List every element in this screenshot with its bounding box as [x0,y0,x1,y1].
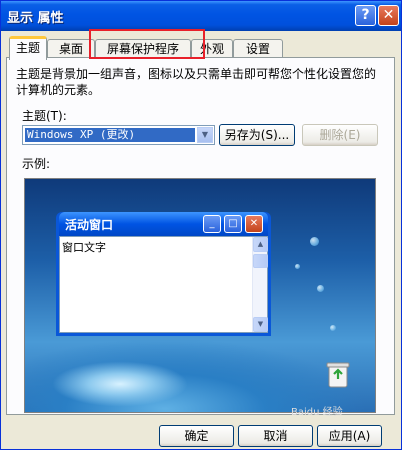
tab-theme[interactable]: 主题 [9,36,47,60]
screensaver-highlight-box [89,29,205,59]
tab-settings[interactable]: 设置 [233,39,283,59]
tab-label: 主题 [15,41,40,55]
recycle-bin-icon[interactable] [325,359,351,389]
theme-select[interactable]: Windows XP (更改) ▼ [22,125,215,145]
close-icon[interactable]: ✕ [378,5,399,26]
maximize-icon: □ [224,215,242,233]
display-properties-window: 显示 属性 ? ✕ 主题 桌面 屏幕保护程序 外观 设置 主题是背景加一组声音，… [0,0,402,450]
preview-client-area: 窗口文字 ▲ ▼ [59,236,268,333]
preview-window-title: 活动窗口 [65,218,114,232]
tab-label: 设置 [245,42,270,56]
preview-scrollbar: ▲ ▼ [252,237,268,332]
theme-description: 主题是背景加一组声音，图标以及只需单击即可帮您个性化设置您的计算机的元素。 [16,67,377,97]
preview-window-text: 窗口文字 [62,241,106,254]
save-as-button[interactable]: 另存为(S)... [219,124,295,146]
tab-label: 桌面 [58,42,83,56]
apply-button[interactable]: 应用(A) [317,425,382,447]
watermark: Baidu 经验 [291,407,343,418]
theme-label: 主题(T): [22,109,67,123]
dropdown-arrow-icon[interactable]: ▼ [197,127,213,143]
window-title: 显示 属性 [7,11,64,26]
water-drop [310,237,319,246]
ok-button[interactable]: 确定 [159,425,234,447]
title-bar[interactable]: 显示 属性 ? ✕ [1,1,401,31]
tab-desktop[interactable]: 桌面 [47,39,95,59]
scroll-down-icon: ▼ [253,317,268,332]
close-icon: ✕ [245,215,263,233]
water-drop [317,285,324,292]
sample-label: 示例: [22,157,51,171]
preview-title-bar: 活动窗口 _ □ ✕ [59,212,268,236]
water-drop [330,325,336,331]
cancel-button[interactable]: 取消 [238,425,313,447]
theme-preview: 活动窗口 _ □ ✕ 窗口文字 ▲ ▼ [24,178,376,413]
help-icon[interactable]: ? [355,5,376,26]
water-drop [295,264,300,269]
active-window-preview: 活动窗口 _ □ ✕ 窗口文字 ▲ ▼ [56,212,271,336]
scroll-up-icon: ▲ [253,237,268,252]
minimize-icon: _ [203,215,221,233]
scroll-thumb [253,254,268,268]
delete-button: 删除(E) [302,124,378,146]
theme-selected-value: Windows XP (更改) [25,128,195,142]
